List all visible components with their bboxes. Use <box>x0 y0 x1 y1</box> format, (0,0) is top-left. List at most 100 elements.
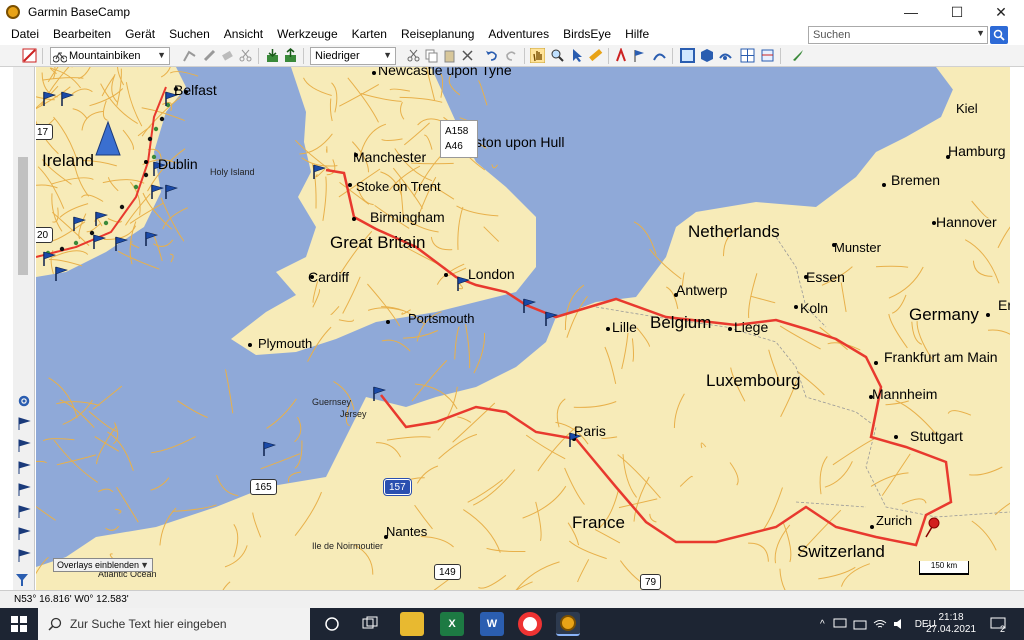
city-dot <box>794 305 798 309</box>
undo-icon[interactable] <box>484 48 499 63</box>
draw-route-icon[interactable] <box>182 48 197 63</box>
road-segment <box>448 75 461 96</box>
road-segment <box>287 471 302 483</box>
search-button[interactable] <box>990 26 1008 44</box>
road-shield: 17 <box>36 124 54 140</box>
scissors-disabled-icon[interactable] <box>238 48 253 63</box>
maximize-button[interactable]: ☐ <box>934 0 980 24</box>
track-point <box>147 136 153 142</box>
mountain-bike-icon <box>53 52 67 63</box>
overlay-toggle-label: Overlays einblenden <box>57 560 140 570</box>
start-button[interactable] <box>0 608 38 640</box>
windows-taskbar: Zur Suche Text hier eingeben X W ^ DEU 2… <box>0 608 1024 640</box>
close-button[interactable]: ✕ <box>978 0 1024 24</box>
birdseye-icon[interactable] <box>718 48 733 63</box>
eraser-icon[interactable] <box>220 48 235 63</box>
road-segment <box>473 332 486 374</box>
clock[interactable]: 21:18 27.04.2021 <box>926 608 976 640</box>
paste-icon[interactable] <box>442 48 457 63</box>
3d-view-icon[interactable] <box>700 48 715 63</box>
send-to-device-icon[interactable] <box>283 48 298 63</box>
tooltip-line: A158 <box>445 126 469 137</box>
map-label-country: Switzerland <box>797 542 885 561</box>
menu-bearbeiten[interactable]: Bearbeiten <box>46 27 118 41</box>
menu-werkzeuge[interactable]: Werkzeuge <box>270 27 344 41</box>
chevron-down-icon: ▼ <box>157 50 166 60</box>
notification-center-button[interactable]: 2 <box>990 608 1006 640</box>
road-shield: 157 <box>383 478 412 496</box>
taskbar-search-input[interactable]: Zur Suche Text hier eingeben <box>38 608 310 640</box>
excel-icon[interactable]: X <box>440 612 464 636</box>
menu-adventures[interactable]: Adventures <box>481 27 556 41</box>
new-waypoint-icon[interactable] <box>632 48 647 63</box>
city-dot <box>870 525 874 529</box>
menu-ansicht[interactable]: Ansicht <box>217 27 270 41</box>
city-dot <box>986 313 990 317</box>
map-label-city: London <box>468 266 515 282</box>
menu-hilfe[interactable]: Hilfe <box>618 27 656 41</box>
menu-geraet[interactable]: Gerät <box>118 27 162 41</box>
zoom-icon[interactable] <box>550 48 565 63</box>
map-label-city: Mannheim <box>872 386 938 402</box>
library-scrollbar-thumb[interactable] <box>18 157 28 275</box>
menu-suchen[interactable]: Suchen <box>162 27 217 41</box>
overlay-toggle-select[interactable]: Overlays einblenden ▼ <box>53 558 153 572</box>
word-icon[interactable]: W <box>480 612 504 636</box>
redo-icon[interactable] <box>504 48 519 63</box>
cortana-icon[interactable] <box>324 616 340 632</box>
map-grid-icon[interactable] <box>740 48 755 63</box>
road-segment <box>117 250 160 270</box>
map-detail-select[interactable]: Niedriger ▼ <box>310 47 396 65</box>
copy-icon[interactable] <box>424 48 439 63</box>
city-dot <box>882 183 886 187</box>
tooltip-line: A46 <box>445 141 463 152</box>
menu-karten[interactable]: Karten <box>345 27 394 41</box>
activity-profile-select[interactable]: Mountainbiken ▼ <box>50 47 170 65</box>
map-label-city: Essen <box>806 269 845 285</box>
map-label-city: Frankfurt am Main <box>884 349 998 365</box>
menu-birdseye[interactable]: BirdsEye <box>556 27 618 41</box>
select-arrow-icon[interactable] <box>570 48 585 63</box>
title-bar: Garmin BaseCamp — ☐ ✕ <box>0 0 1024 24</box>
map-label-country: France <box>572 513 625 532</box>
chrome-icon[interactable] <box>518 612 542 636</box>
chevron-up-icon[interactable]: ^ <box>820 619 825 630</box>
hand-pan-icon[interactable] <box>530 48 545 63</box>
garmin-logo-icon <box>6 5 20 19</box>
insert-point-icon[interactable] <box>202 48 217 63</box>
measure-icon[interactable] <box>588 48 603 63</box>
map-view[interactable]: Ireland Great Britain Netherlands Belgiu… <box>36 67 1010 590</box>
map-label-city: Cardiff <box>308 269 349 285</box>
receive-from-device-icon[interactable] <box>265 48 280 63</box>
city-dot <box>444 273 448 277</box>
road-segment <box>56 401 100 406</box>
waypoint-flags-list[interactable] <box>17 416 31 576</box>
wifi-icon[interactable] <box>873 618 887 630</box>
map-layers-icon[interactable] <box>760 48 775 63</box>
search-dropdown-icon[interactable]: ▼ <box>976 28 985 38</box>
chevron-down-icon: ▼ <box>383 50 392 60</box>
menu-reiseplanung[interactable]: Reiseplanung <box>394 27 481 41</box>
basecamp-taskbar-icon[interactable] <box>556 612 580 636</box>
minimize-button[interactable]: — <box>888 0 934 24</box>
new-route-icon[interactable] <box>614 48 629 63</box>
map-label-city: Dublin <box>158 156 198 172</box>
menu-datei[interactable]: Datei <box>4 27 46 41</box>
track-point <box>143 172 149 178</box>
file-explorer-icon[interactable] <box>400 612 424 636</box>
2d-view-icon[interactable] <box>680 48 695 63</box>
delete-icon[interactable] <box>460 48 475 63</box>
folder-sync-icon[interactable] <box>853 618 867 630</box>
road-segment <box>411 360 448 402</box>
search-input[interactable]: Suchen ▼ <box>808 26 988 44</box>
gear-icon[interactable] <box>17 394 31 408</box>
track-icon[interactable] <box>652 48 667 63</box>
network-icon[interactable] <box>833 618 847 630</box>
filter-icon[interactable] <box>15 573 29 587</box>
cut-icon[interactable] <box>406 48 421 63</box>
volume-icon[interactable] <box>893 618 907 630</box>
task-view-icon[interactable] <box>362 616 378 632</box>
adventure-rocket-icon[interactable] <box>790 48 805 63</box>
no-route-icon[interactable] <box>22 48 37 63</box>
map-label-city: Liege <box>734 319 769 335</box>
